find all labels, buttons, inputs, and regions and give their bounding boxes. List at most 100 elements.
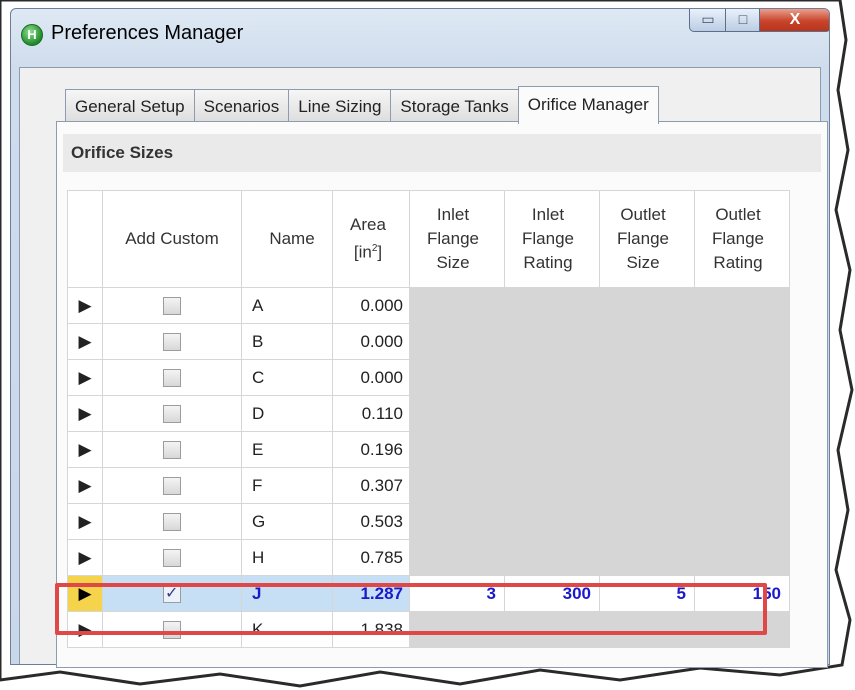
maximize-button[interactable]: □	[725, 9, 761, 32]
row-selector[interactable]: ▶	[67, 323, 103, 360]
tab-line-sizing[interactable]: Line Sizing	[288, 89, 392, 124]
outlet-size-cell	[599, 611, 695, 648]
add-custom-cell[interactable]	[102, 539, 242, 576]
area-cell[interactable]: 0.000	[332, 359, 410, 396]
add-custom-cell[interactable]	[102, 287, 242, 324]
name-cell[interactable]: E	[241, 431, 333, 468]
add-custom-checkbox[interactable]	[163, 333, 181, 352]
table-row[interactable]: ▶ H 0.785	[67, 539, 790, 576]
inlet-size-cell	[409, 287, 505, 324]
add-custom-checkbox[interactable]	[163, 477, 181, 496]
area-cell[interactable]: 0.307	[332, 467, 410, 504]
table-row-selected[interactable]: ▶ J 1.287 3 300 5 150	[67, 575, 790, 612]
row-selector[interactable]: ▶	[67, 431, 103, 468]
inlet-size-cell	[409, 323, 505, 360]
table-row[interactable]: ▶ A 0.000	[67, 287, 790, 324]
area-cell[interactable]: 1.287	[332, 575, 410, 612]
table-row[interactable]: ▶ K 1.838	[67, 611, 790, 648]
outlet-rating-cell[interactable]: 150	[694, 575, 790, 612]
add-custom-cell[interactable]	[102, 467, 242, 504]
name-cell[interactable]: C	[241, 359, 333, 396]
tab-orifice-manager[interactable]: Orifice Manager	[517, 86, 659, 124]
table-row[interactable]: ▶ C 0.000	[67, 359, 790, 396]
inlet-rating-cell	[504, 287, 600, 324]
name-cell[interactable]: B	[241, 323, 333, 360]
add-custom-cell[interactable]	[102, 431, 242, 468]
row-selector[interactable]: ▶	[67, 467, 103, 504]
tab-general-setup[interactable]: General Setup	[65, 89, 195, 124]
area-cell[interactable]: 0.196	[332, 431, 410, 468]
add-custom-checkbox[interactable]	[163, 513, 181, 532]
name-cell[interactable]: H	[241, 539, 333, 576]
column-header-outlet-flange-size[interactable]: Outlet Flange Size	[599, 190, 695, 288]
add-custom-checkbox[interactable]	[163, 405, 181, 424]
table-row[interactable]: ▶ D 0.110	[67, 395, 790, 432]
orifice-sizes-grid: Add Custom Name Area [in2] Inlet Flange Si…	[67, 190, 790, 648]
area-cell[interactable]: 1.838	[332, 611, 410, 648]
name-cell[interactable]: G	[241, 503, 333, 540]
header-word: Rating	[713, 253, 763, 272]
area-cell[interactable]: 0.000	[332, 323, 410, 360]
row-selector[interactable]: ▶	[67, 395, 103, 432]
column-header-name[interactable]: Name	[241, 190, 333, 288]
inlet-size-cell	[409, 503, 505, 540]
outlet-size-cell[interactable]: 5	[599, 575, 695, 612]
add-custom-cell[interactable]	[102, 323, 242, 360]
area-cell[interactable]: 0.000	[332, 287, 410, 324]
table-row[interactable]: ▶ B 0.000	[67, 323, 790, 360]
row-selector[interactable]: ▶	[67, 287, 103, 324]
close-button[interactable]: X	[759, 9, 829, 32]
row-selector[interactable]: ▶	[67, 611, 103, 648]
name-cell[interactable]: D	[241, 395, 333, 432]
add-custom-checkbox[interactable]	[163, 621, 181, 640]
column-header-inlet-flange-rating[interactable]: Inlet Flange Rating	[504, 190, 600, 288]
table-row[interactable]: ▶ E 0.196	[67, 431, 790, 468]
add-custom-cell[interactable]	[102, 503, 242, 540]
name-cell[interactable]: K	[241, 611, 333, 648]
outlet-rating-cell	[694, 287, 790, 324]
outlet-size-cell	[599, 359, 695, 396]
column-header-outlet-flange-rating[interactable]: Outlet Flange Rating	[694, 190, 790, 288]
add-custom-cell[interactable]	[102, 575, 242, 612]
tab-storage-tanks[interactable]: Storage Tanks	[390, 89, 519, 124]
tab-strip: General Setup Scenarios Line Sizing Stor…	[65, 86, 659, 124]
add-custom-checkbox[interactable]	[163, 441, 181, 460]
add-custom-cell[interactable]	[102, 611, 242, 648]
inlet-size-cell[interactable]: 3	[409, 575, 505, 612]
maximize-icon: □	[738, 11, 748, 27]
table-row[interactable]: ▶ G 0.503	[67, 503, 790, 540]
add-custom-cell[interactable]	[102, 395, 242, 432]
area-cell[interactable]: 0.785	[332, 539, 410, 576]
add-custom-checkbox[interactable]	[163, 297, 181, 316]
header-word: Flange	[712, 229, 764, 248]
minimize-button[interactable]: ▭	[689, 9, 727, 32]
inlet-size-cell	[409, 539, 505, 576]
inlet-rating-cell	[504, 539, 600, 576]
area-cell[interactable]: 0.503	[332, 503, 410, 540]
column-header-add-custom[interactable]: Add Custom	[102, 190, 242, 288]
header-word: Rating	[523, 253, 573, 272]
inlet-rating-cell	[504, 359, 600, 396]
row-selector[interactable]: ▶	[67, 539, 103, 576]
column-header-area[interactable]: Area [in2]	[332, 190, 410, 288]
table-row[interactable]: ▶ F 0.307	[67, 467, 790, 504]
row-selector[interactable]: ▶	[67, 359, 103, 396]
add-custom-checkbox[interactable]	[163, 369, 181, 388]
add-custom-checkbox-checked[interactable]	[163, 583, 181, 604]
inlet-rating-cell[interactable]: 300	[504, 575, 600, 612]
outlet-size-cell	[599, 503, 695, 540]
tab-scenarios[interactable]: Scenarios	[193, 89, 290, 124]
add-custom-cell[interactable]	[102, 359, 242, 396]
outlet-rating-cell	[694, 323, 790, 360]
outlet-size-cell	[599, 287, 695, 324]
area-cell[interactable]: 0.110	[332, 395, 410, 432]
name-cell[interactable]: J	[241, 575, 333, 612]
row-pointer-icon[interactable]: ▶	[67, 575, 103, 612]
column-header-inlet-flange-size[interactable]: Inlet Flange Size	[409, 190, 505, 288]
outlet-size-cell	[599, 467, 695, 504]
add-custom-checkbox[interactable]	[163, 549, 181, 568]
name-cell[interactable]: A	[241, 287, 333, 324]
row-selector[interactable]: ▶	[67, 503, 103, 540]
outlet-size-cell	[599, 395, 695, 432]
name-cell[interactable]: F	[241, 467, 333, 504]
